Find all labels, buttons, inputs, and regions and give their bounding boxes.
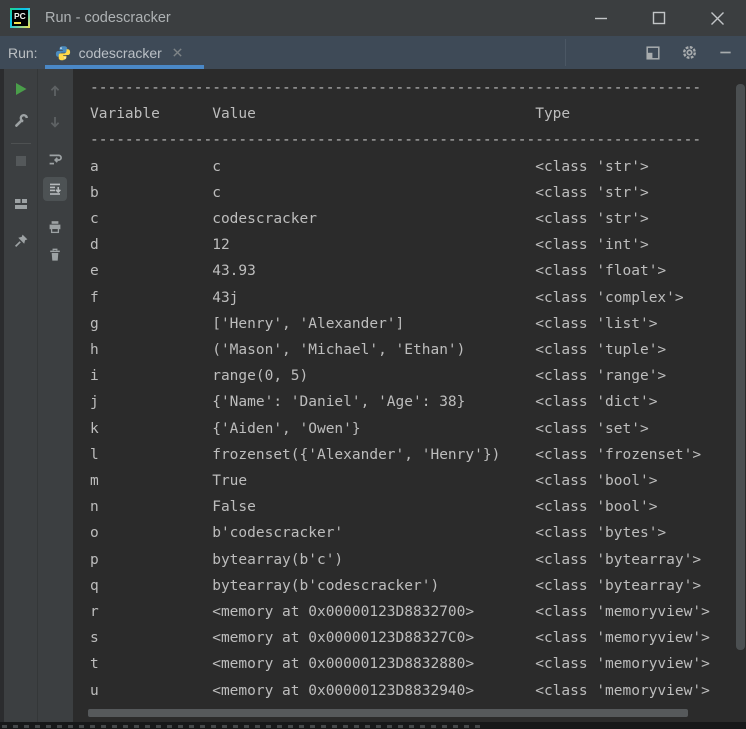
soft-wrap-button[interactable] [43,147,67,171]
layout-settings-button[interactable] [644,44,662,62]
soft-wrap-icon [49,154,62,165]
tab-close-icon [173,48,182,57]
vertical-scrollbar[interactable] [736,84,745,650]
down-stack-trace-button[interactable] [43,110,67,134]
window-controls [572,0,746,36]
layout-grid-icon [14,199,27,209]
scroll-to-end-icon [50,183,61,195]
pycharm-logo-underline [14,22,21,24]
rerun-button[interactable] [9,77,33,101]
stop-button[interactable] [9,149,33,173]
tab-label: codescracker [78,44,162,61]
clear-all-button[interactable] [43,243,67,267]
hide-toolwindow-button[interactable] [716,44,734,62]
run-toolbar [4,69,73,722]
clipped-text-dashes [2,725,480,728]
run-label: Run: [8,44,38,61]
tabbar-actions [644,44,746,62]
run-toolwindow-tabbar: Run: codescracker [0,36,746,69]
window-maximize-button[interactable] [630,0,688,36]
printer-icon [49,221,61,234]
settings-button[interactable] [680,44,698,62]
hide-icon [719,51,731,54]
toolbar-separator [10,143,31,144]
stop-icon [15,156,26,166]
window-minimize-button[interactable] [572,0,630,36]
python-icon [55,45,70,60]
scroll-to-end-button[interactable] [43,177,67,201]
tab-close-button[interactable] [172,47,183,58]
maximize-icon [652,11,666,25]
down-arrow-icon [50,117,60,128]
console-output: ----------------------------------------… [90,80,710,699]
tabbar-divider [565,39,566,66]
window-close-button[interactable] [688,0,746,36]
run-toolwindow-body: ----------------------------------------… [0,69,746,722]
wrench-icon [14,113,28,127]
print-button[interactable] [43,215,67,239]
clipped-bottom-strip [0,722,746,729]
modify-run-configuration-button[interactable] [9,109,33,133]
window-titlebar: PC Run - codescracker [0,0,746,36]
gear-icon [682,46,696,59]
close-icon [710,11,724,25]
horizontal-scrollbar[interactable] [88,709,688,717]
restore-layout-button[interactable] [9,192,33,216]
pycharm-logo-text: PC [14,11,26,21]
run-toolbar-column-1 [4,69,38,722]
run-toolbar-column-2 [38,69,72,722]
up-arrow-icon [50,85,60,96]
run-console: ----------------------------------------… [73,69,746,722]
window-title: Run - codescracker [45,10,171,26]
pin-tab-button[interactable] [9,229,33,253]
trash-icon [50,248,60,261]
pycharm-logo-icon: PC [10,8,30,28]
run-play-icon [15,83,26,95]
up-stack-trace-button[interactable] [43,79,67,103]
pin-icon [14,234,27,248]
pycharm-run-window: PC Run - codescracker Run: codescracker … [0,0,746,729]
minimize-icon [595,17,607,20]
layout-icon [646,45,660,60]
